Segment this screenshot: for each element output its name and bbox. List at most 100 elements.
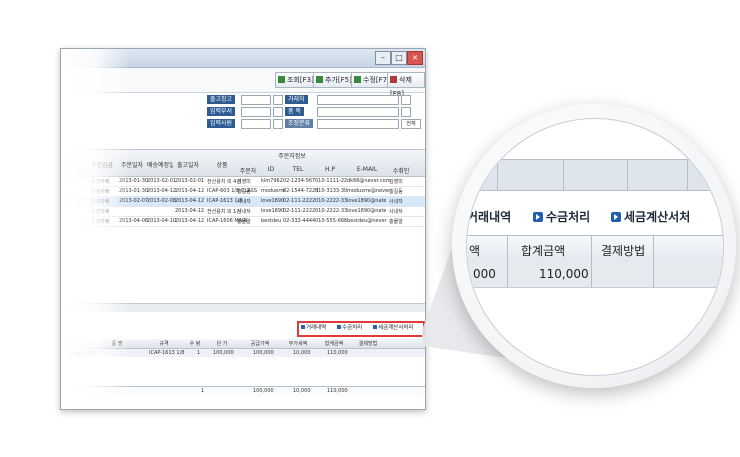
delete-icon — [390, 76, 397, 83]
table-row[interactable]: 운영자배 2013-01-30 2013-02-01 2013-02-01 전산용지 외… — [61, 177, 425, 187]
magnified-transaction-history-button[interactable]: 거래내역 — [467, 208, 511, 225]
department-label: 입력부서 — [207, 107, 236, 116]
client-input[interactable] — [317, 95, 399, 105]
col-tel: TEL — [292, 166, 304, 173]
search-button[interactable]: 조회[F3] — [275, 72, 317, 88]
toolbar: 조회[F3] 추가[F5] 수정[F7] 삭제[F8] — [61, 68, 425, 98]
table-cell: 010-555-666 — [315, 218, 348, 224]
table-row[interactable]: 운영자배 2013-04-12 전산용지 외 1건 사내자 love1890 02-111… — [61, 207, 425, 217]
table-cell: 02-1234-567 — [283, 178, 316, 184]
table-cell: dk66@never.com — [347, 178, 391, 184]
col-spec: 규격 — [159, 341, 169, 347]
title-bar: – □ × — [61, 49, 425, 68]
table-cell: love1890 — [261, 208, 285, 214]
table-cell: love1890 — [261, 198, 285, 204]
table-cell: 010-1111-22 — [315, 178, 348, 184]
client-label: 거래처 — [285, 95, 308, 104]
table-cell: bestdeu@never — [347, 218, 387, 224]
magnified-collection-button[interactable]: 수금처리 — [533, 208, 590, 225]
table-row[interactable]: 운영자배 2013-01-30 2013-04-12 2013-04-12 ICAP-6… — [61, 187, 425, 197]
employee-label: 입력사원 — [207, 119, 236, 128]
arrow-icon — [301, 325, 305, 329]
item-input[interactable] — [317, 107, 399, 117]
add-button[interactable]: 추가[F5] — [313, 72, 355, 88]
horizontal-scrollbar[interactable] — [61, 303, 425, 312]
table-cell: 운영자배 — [91, 219, 110, 225]
magnified-tax-invoice-button[interactable]: 세금계산서처 — [611, 208, 690, 225]
magnified-column-header: 액 합계금액 결제방법 — [467, 235, 723, 263]
col-item-name: 품 명 — [111, 341, 123, 347]
table-cell: 사내자 — [389, 199, 403, 205]
table-cell: 010-2222-33 — [315, 198, 348, 204]
warehouse-label: 출고창고 — [207, 95, 236, 104]
item-lookup[interactable] — [401, 107, 411, 117]
client-lookup[interactable] — [401, 95, 411, 105]
table-cell: 홍물알 — [237, 219, 251, 225]
table-cell: 2013-02-01 — [147, 178, 177, 184]
orderer-group-header: 주문자정보 — [278, 153, 306, 160]
add-icon — [316, 76, 323, 83]
warehouse-input[interactable] — [241, 95, 271, 105]
item-label: 품 목 — [285, 107, 304, 116]
status-select[interactable]: 전체 — [401, 119, 421, 129]
employee-lookup[interactable] — [273, 119, 283, 129]
table-cell: modusrre@never — [347, 188, 391, 194]
department-lookup[interactable] — [273, 107, 283, 117]
table-cell: 사내자 — [237, 199, 251, 205]
table-cell: 홍물알 — [389, 219, 403, 225]
close-button[interactable]: × — [407, 51, 423, 65]
transaction-history-button[interactable]: 거래내역 — [301, 323, 326, 331]
magnified-data-row[interactable]: 000 110,000 — [467, 261, 723, 288]
table-cell: 2013-04-12 — [175, 218, 205, 224]
table-cell: 2013-04-12 — [175, 208, 205, 214]
employee-input[interactable] — [241, 119, 271, 129]
arrow-icon — [611, 212, 621, 222]
table-cell: 2013-04-10 — [147, 218, 177, 224]
table-cell: 02-111-2222 — [283, 198, 316, 204]
col-hp: H.P — [325, 166, 335, 173]
maximize-button[interactable]: □ — [391, 51, 407, 65]
table-row[interactable]: 운영자배 2013-02-07 2013-02-08 2013-04-12 ICAP-1… — [61, 197, 425, 207]
table-row[interactable]: 운영자배 2013-04-08 2013-04-10 2013-04-12 ICAP-1… — [61, 217, 425, 227]
table-cell: 운영자배 — [91, 199, 110, 205]
col-vat: 부가세액 — [288, 341, 308, 347]
delete-button[interactable]: 삭제[F8] — [387, 72, 425, 98]
table-cell: bestdeu — [261, 218, 282, 224]
table-cell: 2013-01-30 — [119, 188, 149, 194]
warehouse-lookup[interactable] — [273, 95, 283, 105]
table-cell: 사내자 — [237, 209, 251, 215]
table-cell: 2013-04-12 — [147, 188, 177, 194]
adjust-category-label: 조정분류 — [285, 119, 314, 128]
tax-invoice-button[interactable]: 세금계산서처리 — [373, 323, 413, 331]
order-grid-header: 주문자정보 주문입금 주문일자 배송예정일 출고일자 상품 주문자 ID TEL… — [61, 149, 425, 177]
table-cell: 홍길동 — [237, 189, 251, 195]
table-cell: 전산용지 외 4건 — [207, 179, 241, 185]
table-cell: 2013-02-07 — [119, 198, 149, 204]
table-cell: moduerre — [261, 188, 286, 194]
table-cell: 2013-04-08 — [119, 218, 149, 224]
col-receiver: 수취인 — [392, 168, 410, 175]
col-qty: 수 량 — [189, 341, 201, 347]
department-input[interactable] — [241, 107, 271, 117]
col-order-date: 주문일자 — [120, 162, 144, 169]
table-cell: 운영자배 — [91, 189, 110, 195]
col-id: ID — [267, 166, 275, 173]
table-cell: 홍길동 — [389, 189, 403, 195]
adjust-category-input[interactable] — [317, 119, 399, 129]
minimize-button[interactable]: – — [375, 51, 391, 65]
table-cell: 전산용지 외 1건 — [207, 209, 241, 215]
detail-grid-header: 품 명 규격 수 량 단 가 공급가액 부가세액 합계금액 결제방법 — [61, 339, 425, 349]
table-cell: 2013-01-30 — [119, 178, 149, 184]
table-cell: 02-1544-7223 — [283, 188, 319, 194]
table-cell: 2013-04-12 — [175, 188, 205, 194]
magnified-view: 거래내역 수금처리 세금계산서처 액 합계금액 결제방법 000 110,000 — [466, 118, 724, 376]
table-cell: 김영미 — [237, 179, 251, 185]
table-cell: 사내자 — [389, 209, 403, 215]
table-cell: kim7962 — [261, 178, 283, 184]
col-email: E-MAIL — [356, 166, 378, 173]
arrow-icon — [337, 325, 341, 329]
collection-button[interactable]: 수금처리 — [337, 323, 362, 331]
edit-icon — [354, 76, 361, 83]
table-cell: 010-2222-33 — [315, 208, 348, 214]
detail-row[interactable]: 전산용지 1/8 ICAP-1613 1/8 1 100,000 100,000… — [61, 349, 425, 357]
